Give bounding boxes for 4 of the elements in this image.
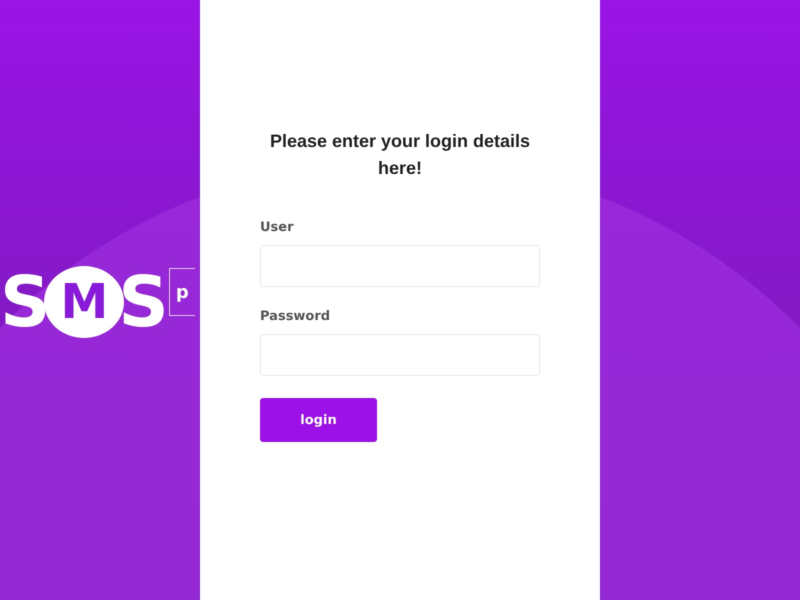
field-label: User [260,220,294,235]
login-button[interactable]: login [260,398,377,442]
login-heading: Please enter your login details here! [268,130,532,180]
field-label: Password [260,309,330,324]
